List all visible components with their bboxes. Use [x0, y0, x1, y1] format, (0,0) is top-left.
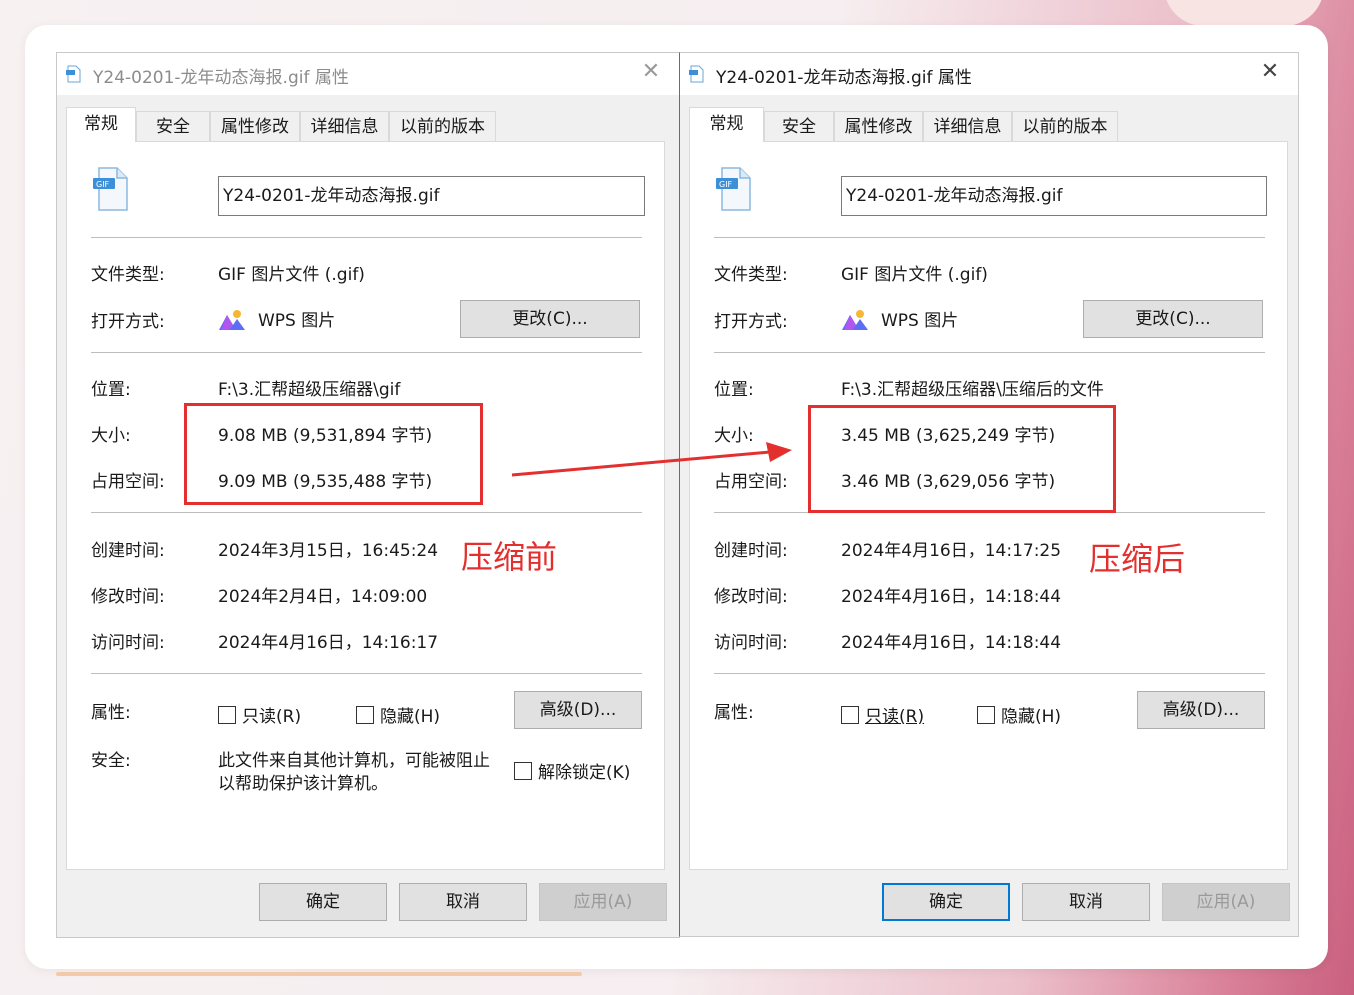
tab-attribute-edit[interactable]: 属性修改 [834, 111, 923, 141]
unblock-checkbox[interactable]: 解除锁定(K) [514, 758, 630, 783]
open-with-value: WPS 图片 [881, 311, 959, 331]
checkbox-box[interactable] [218, 705, 236, 724]
checkbox-box[interactable] [514, 761, 532, 780]
window-title: Y24-0201-龙年动态海报.gif 属性 [93, 68, 349, 88]
open-with-label: 打开方式: [91, 312, 165, 332]
close-icon[interactable]: ✕ [637, 59, 665, 84]
cancel-button[interactable]: 取消 [399, 883, 527, 921]
apply-button[interactable]: 应用(A) [539, 883, 667, 921]
accessed-label: 访问时间: [91, 633, 165, 653]
open-with-value: WPS 图片 [258, 311, 336, 331]
checkbox-box[interactable] [356, 705, 374, 724]
readonly-checkbox[interactable]: 只读(R) [218, 702, 301, 727]
change-button[interactable]: 更改(C)... [1083, 300, 1263, 338]
tab-details[interactable]: 详细信息 [923, 111, 1012, 141]
hidden-label: 隐藏(H) [380, 707, 441, 727]
location-value: F:\3.汇帮超级压缩器\压缩后的文件 [841, 380, 1104, 400]
close-icon[interactable]: ✕ [1256, 59, 1284, 84]
created-label: 创建时间: [714, 541, 788, 561]
accessed-value: 2024年4月16日，14:18:44 [841, 633, 1062, 653]
decorative-blob [1164, 0, 1324, 26]
checkbox-box[interactable] [841, 705, 859, 724]
tab-previous-versions[interactable]: 以前的版本 [1012, 111, 1118, 141]
location-label: 位置: [91, 380, 131, 400]
annotation-before: 压缩前 [461, 538, 558, 576]
decorative-underline [56, 972, 582, 976]
red-arrow [511, 442, 792, 477]
apply-button[interactable]: 应用(A) [1162, 883, 1290, 921]
hidden-checkbox[interactable]: 隐藏(H) [356, 702, 440, 727]
svg-text:GIF: GIF [96, 180, 110, 189]
wps-picture-icon [842, 310, 868, 330]
highlight-box-before [184, 403, 483, 505]
created-value: 2024年3月15日，16:45:24 [218, 541, 439, 561]
filename-field[interactable]: Y24-0201-龙年动态海报.gif [218, 176, 645, 216]
filename-field[interactable]: Y24-0201-龙年动态海报.gif [841, 176, 1267, 216]
readonly-checkbox[interactable]: 只读(R) [841, 702, 924, 727]
file-type-label: 文件类型: [714, 265, 788, 285]
ok-button[interactable]: 确定 [259, 883, 387, 921]
tab-previous-versions[interactable]: 以前的版本 [389, 111, 496, 141]
readonly-label: 只读(R) [242, 707, 302, 727]
location-label: 位置: [714, 380, 754, 400]
modified-label: 修改时间: [91, 587, 165, 607]
file-type-label: 文件类型: [91, 265, 165, 285]
attributes-label: 属性: [714, 703, 754, 723]
window-title: Y24-0201-龙年动态海报.gif 属性 [716, 68, 972, 88]
security-text-line1: 此文件来自其他计算机，可能被阻止 [218, 751, 490, 771]
gif-file-icon [689, 65, 704, 83]
readonly-label: 只读(R) [865, 707, 925, 727]
hidden-checkbox[interactable]: 隐藏(H) [977, 702, 1061, 727]
change-button[interactable]: 更改(C)... [460, 300, 640, 338]
modified-label: 修改时间: [714, 587, 788, 607]
tab-security[interactable]: 安全 [764, 111, 834, 141]
attributes-label: 属性: [91, 703, 131, 723]
advanced-button[interactable]: 高级(D)... [1137, 691, 1265, 729]
tab-security[interactable]: 安全 [136, 111, 210, 141]
highlight-box-after [808, 405, 1116, 513]
security-label: 安全: [91, 751, 131, 771]
location-value: F:\3.汇帮超级压缩器\gif [218, 380, 401, 400]
svg-text:GIF: GIF [719, 180, 733, 189]
unblock-label: 解除锁定(K) [538, 763, 631, 783]
cancel-button[interactable]: 取消 [1022, 883, 1150, 921]
created-label: 创建时间: [91, 541, 165, 561]
tab-general[interactable]: 常规 [689, 107, 764, 142]
accessed-value: 2024年4月16日，14:16:17 [218, 633, 439, 653]
gif-file-icon: GIF [716, 167, 751, 211]
title-bar: Y24-0201-龙年动态海报.gif 属性 ✕ [680, 53, 1298, 95]
gif-file-icon: GIF [93, 167, 128, 211]
size-label: 大小: [91, 426, 131, 446]
open-with-label: 打开方式: [714, 312, 788, 332]
checkbox-box[interactable] [977, 705, 995, 724]
tab-details[interactable]: 详细信息 [300, 111, 389, 141]
size-on-disk-label: 占用空间: [91, 472, 165, 492]
ok-button[interactable]: 确定 [882, 883, 1010, 921]
file-type-value: GIF 图片文件 (.gif) [841, 265, 988, 285]
general-panel: GIF Y24-0201-龙年动态海报.gif 文件类型: GIF 图片文件 (… [66, 141, 665, 870]
gif-file-icon [66, 65, 81, 83]
wps-picture-icon [219, 310, 245, 330]
hidden-label: 隐藏(H) [1001, 707, 1062, 727]
modified-value: 2024年4月16日，14:18:44 [841, 587, 1062, 607]
tab-general[interactable]: 常规 [66, 107, 136, 142]
modified-value: 2024年2月4日，14:09:00 [218, 587, 428, 607]
annotation-after: 压缩后 [1089, 540, 1186, 578]
file-type-value: GIF 图片文件 (.gif) [218, 265, 365, 285]
tab-attribute-edit[interactable]: 属性修改 [210, 111, 300, 141]
created-value: 2024年4月16日，14:17:25 [841, 541, 1062, 561]
security-text-line2: 以帮助保护该计算机。 [218, 774, 388, 794]
accessed-label: 访问时间: [714, 633, 788, 653]
title-bar: Y24-0201-龙年动态海报.gif 属性 ✕ [57, 53, 679, 95]
advanced-button[interactable]: 高级(D)... [514, 691, 642, 729]
